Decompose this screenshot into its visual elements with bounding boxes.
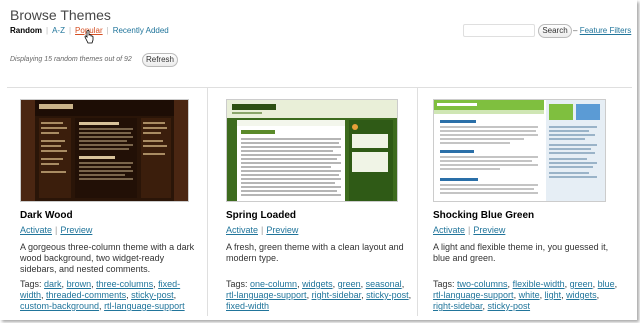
feature-filters-wrap: – Feature Filters <box>573 26 631 35</box>
divider: | <box>68 26 72 35</box>
tags-label: Tags: <box>433 279 455 289</box>
tag-link[interactable]: white <box>519 290 540 300</box>
refresh-button[interactable]: Refresh <box>142 53 178 67</box>
tag-link[interactable]: green <box>570 279 593 289</box>
tag-link[interactable]: sticky-post <box>488 301 531 311</box>
filter-a-z[interactable]: A-Z <box>52 26 65 35</box>
preview-link[interactable]: Preview <box>60 225 92 235</box>
theme-name: Spring Loaded <box>226 210 296 221</box>
activate-link[interactable]: Activate <box>433 225 465 235</box>
tag-link[interactable]: brown <box>67 279 92 289</box>
tag-link[interactable]: widgets <box>566 290 597 300</box>
theme-card: Spring Loaded Activate | Preview A fresh, … <box>207 88 418 316</box>
theme-screenshot[interactable] <box>20 99 189 202</box>
feature-filters-link[interactable]: Feature Filters <box>580 26 632 35</box>
hand-cursor-icon <box>84 30 94 44</box>
theme-name: Dark Wood <box>20 210 73 221</box>
tag-link[interactable]: two-columns <box>457 279 508 289</box>
separator-dash: – <box>573 26 578 35</box>
search-button[interactable]: Search <box>538 24 572 38</box>
theme-screenshot[interactable] <box>433 99 606 202</box>
tag-link[interactable]: sticky-post <box>131 290 174 300</box>
filter-random[interactable]: Random <box>10 26 42 35</box>
theme-tags: Tags: two-columns, flexible-width, green… <box>433 279 618 311</box>
tag-link[interactable]: rtl-language-support <box>226 290 307 300</box>
tag-link[interactable]: rtl-language-support <box>104 301 185 311</box>
theme-grid: Dark Wood Activate | Preview A gorgeous th… <box>7 87 632 316</box>
search-input[interactable] <box>463 24 535 37</box>
tags-label: Tags: <box>20 279 42 289</box>
theme-screenshot[interactable] <box>226 99 398 202</box>
theme-actions: Activate | Preview <box>433 225 505 235</box>
theme-name: Shocking Blue Green <box>433 210 535 221</box>
dark-wood-thumbnail <box>21 100 188 201</box>
filter-recently-added[interactable]: Recently Added <box>113 26 169 35</box>
tags-label: Tags: <box>226 279 248 289</box>
tag-link[interactable]: threaded-comments <box>46 290 126 300</box>
theme-actions: Activate | Preview <box>20 225 92 235</box>
theme-tags: Tags: one-column, widgets, green, season… <box>226 279 412 311</box>
tag-link[interactable]: blue <box>598 279 615 289</box>
themes-panel: Browse Themes Random|A-Z|Popular|Recentl… <box>0 0 637 320</box>
theme-card: Shocking Blue Green Activate | Preview A l… <box>418 88 632 316</box>
tag-link[interactable]: one-column <box>250 279 297 289</box>
tag-link[interactable]: widgets <box>302 279 333 289</box>
tag-link[interactable]: rtl-language-support <box>433 290 514 300</box>
tag-link[interactable]: custom-background <box>20 301 99 311</box>
tag-link[interactable]: green <box>338 279 361 289</box>
tag-link[interactable]: flexible-width <box>513 279 565 289</box>
theme-card: Dark Wood Activate | Preview A gorgeous th… <box>7 88 208 316</box>
divider: | <box>46 26 49 35</box>
tag-link[interactable]: sticky-post <box>366 290 409 300</box>
display-count: Displaying 15 random themes out of 92 <box>10 56 132 63</box>
shocking-blue-green-thumbnail <box>434 100 605 201</box>
tag-link[interactable]: right-sidebar <box>312 290 362 300</box>
preview-link[interactable]: Preview <box>473 225 505 235</box>
tag-link[interactable]: seasonal <box>366 279 402 289</box>
tag-link[interactable]: fixed-width <box>226 301 269 311</box>
tag-link[interactable]: right-sidebar <box>433 301 483 311</box>
theme-description: A gorgeous three-column theme with a dar… <box>20 242 195 274</box>
tag-link[interactable]: light <box>545 290 562 300</box>
theme-description: A fresh, green theme with a clean layout… <box>226 242 404 263</box>
theme-description: A light and flexible theme in, you guess… <box>433 242 609 263</box>
divider: | <box>106 26 109 35</box>
theme-actions: Activate | Preview <box>226 225 298 235</box>
theme-tags: Tags: dark, brown, three-columns, fixed-… <box>20 279 185 311</box>
spring-loaded-thumbnail <box>227 100 397 201</box>
tag-link[interactable]: three-columns <box>96 279 153 289</box>
tag-link[interactable]: dark <box>44 279 62 289</box>
activate-link[interactable]: Activate <box>20 225 52 235</box>
page-title: Browse Themes <box>10 7 111 23</box>
preview-link[interactable]: Preview <box>266 225 298 235</box>
activate-link[interactable]: Activate <box>226 225 258 235</box>
